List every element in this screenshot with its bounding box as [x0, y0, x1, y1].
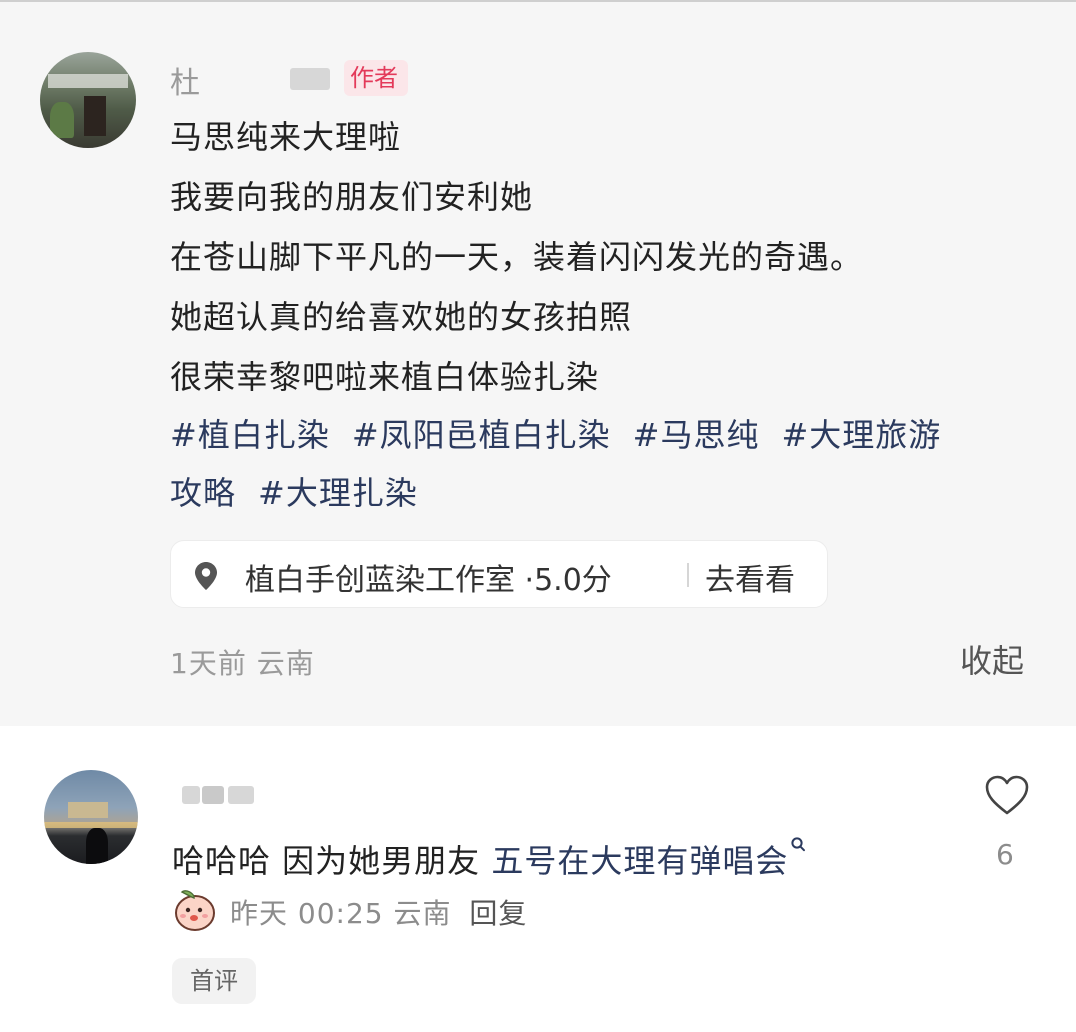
- peach-emoji-icon: [175, 890, 215, 931]
- comment-meta: 昨天 00:25 云南 回复: [230, 892, 527, 932]
- comment-time: 昨天 00:25: [230, 897, 384, 930]
- post-time: 1天前: [170, 647, 247, 680]
- hashtag-link[interactable]: 攻略: [170, 474, 236, 512]
- first-comment-badge: 首评: [172, 958, 256, 1004]
- post-region: 云南: [256, 647, 315, 680]
- location-go-button[interactable]: 去看看: [705, 555, 795, 599]
- post-tags-line: 攻略 #大理扎染: [170, 468, 418, 514]
- post-content-line: 在苍山脚下平凡的一天，装着闪闪发光的奇遇。: [170, 238, 864, 276]
- reply-button[interactable]: 回复: [469, 897, 527, 930]
- post-content-line: 很荣幸黎吧啦来植白体验扎染: [170, 358, 600, 396]
- location-name: 植白手创蓝染工作室 ·5.0分: [245, 563, 612, 598]
- post-tags-line: #植白扎染 #凤阳邑植白扎染 #马思纯 #大理旅游: [170, 410, 941, 456]
- author-badge: 作者: [344, 60, 408, 96]
- comment-region: 云南: [393, 897, 452, 930]
- post-content-line: 她超认真的给喜欢她的女孩拍照: [170, 298, 633, 336]
- hashtag-link[interactable]: #大理扎染: [258, 474, 418, 512]
- hashtag-link[interactable]: #植白扎染: [170, 416, 330, 454]
- comment-search-link[interactable]: 五号在大理有弹唱会: [491, 842, 788, 880]
- commenter-name-blur[interactable]: [182, 786, 256, 804]
- author-avatar[interactable]: [40, 52, 136, 148]
- hashtag-link[interactable]: #凤阳邑植白扎染: [352, 416, 611, 454]
- heart-icon[interactable]: [984, 774, 1030, 816]
- comment-text: 哈哈哈 因为她男朋友 五号在大理有弹唱会: [172, 836, 808, 882]
- commenter-avatar[interactable]: [44, 770, 138, 864]
- search-icon[interactable]: [790, 836, 808, 856]
- author-name-blur: [290, 68, 330, 90]
- post-content-line: 马思纯来大理啦: [170, 118, 402, 156]
- collapse-button[interactable]: 收起: [960, 636, 1024, 682]
- post-meta: 1天前 云南: [170, 642, 315, 682]
- hashtag-link[interactable]: #马思纯: [633, 416, 760, 454]
- location-pin-icon: [195, 562, 217, 590]
- post-content-line: 我要向我的朋友们安利她: [170, 178, 534, 216]
- hashtag-link[interactable]: #大理旅游: [781, 416, 941, 454]
- location-divider: [687, 563, 689, 587]
- location-card[interactable]: 植白手创蓝染工作室 ·5.0分 去看看: [170, 540, 828, 608]
- like-count: 6: [996, 838, 1014, 871]
- author-name[interactable]: 杜: [170, 58, 202, 102]
- comment-body: 哈哈哈 因为她男朋友: [172, 842, 492, 880]
